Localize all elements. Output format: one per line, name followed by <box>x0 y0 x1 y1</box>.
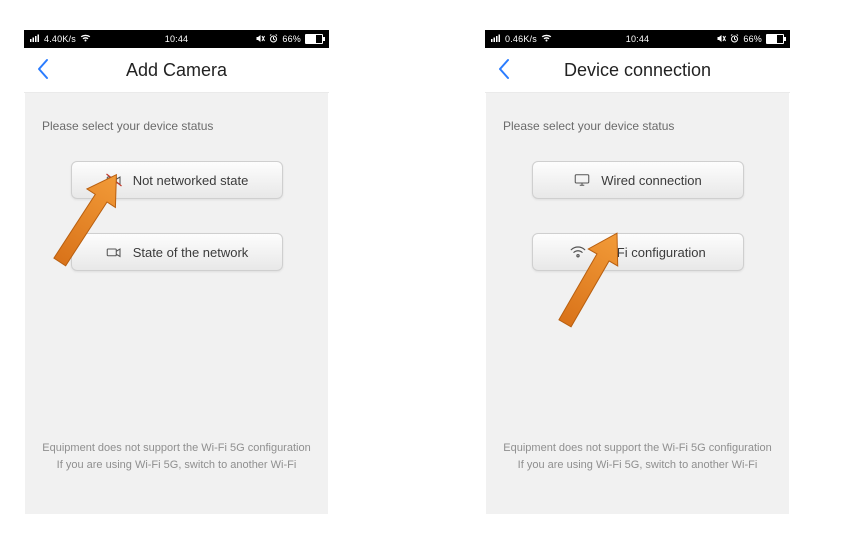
option-wired-connection[interactable]: Wired connection <box>532 161 744 199</box>
footer-line-1: Equipment does not support the Wi-Fi 5G … <box>503 440 772 458</box>
camera-online-icon <box>105 243 123 261</box>
footer-note: Equipment does not support the Wi-Fi 5G … <box>24 440 329 475</box>
status-time: 10:44 <box>485 34 790 44</box>
camera-offline-icon <box>105 171 123 189</box>
option-label: Wi-Fi configuration <box>597 245 705 260</box>
monitor-wired-icon <box>573 171 591 189</box>
prompt-text: Please select your device status <box>503 119 772 133</box>
footer-line-2: If you are using Wi-Fi 5G, switch to ano… <box>503 457 772 475</box>
page-title: Device connection <box>564 60 711 81</box>
status-bar: 10:44 0.46K/s 66% <box>485 30 790 48</box>
chevron-left-icon <box>497 58 511 80</box>
option-label: State of the network <box>133 245 249 260</box>
nav-bar: Device connection <box>485 48 790 93</box>
wifi-icon <box>569 243 587 261</box>
footer-line-1: Equipment does not support the Wi-Fi 5G … <box>42 440 311 458</box>
page-title: Add Camera <box>126 60 227 81</box>
prompt-text: Please select your device status <box>42 119 311 133</box>
back-button[interactable] <box>497 58 521 82</box>
battery-icon <box>305 34 323 44</box>
footer-line-2: If you are using Wi-Fi 5G, switch to ano… <box>42 457 311 475</box>
option-wifi-configuration[interactable]: Wi-Fi configuration <box>532 233 744 271</box>
battery-icon <box>766 34 784 44</box>
option-label: Not networked state <box>133 173 249 188</box>
chevron-left-icon <box>36 58 50 80</box>
status-bar: 10:44 4.40K/s 66% <box>24 30 329 48</box>
phone-screen-left: 10:44 4.40K/s 66% <box>24 30 329 515</box>
phone-screen-right: 10:44 0.46K/s 66% <box>485 30 790 515</box>
back-button[interactable] <box>36 58 60 82</box>
status-time: 10:44 <box>24 34 329 44</box>
content-area: Please select your device status Wired c… <box>485 93 790 271</box>
option-label: Wired connection <box>601 173 701 188</box>
content-area: Please select your device status Not net… <box>24 93 329 271</box>
footer-note: Equipment does not support the Wi-Fi 5G … <box>485 440 790 475</box>
option-not-networked[interactable]: Not networked state <box>71 161 283 199</box>
nav-bar: Add Camera <box>24 48 329 93</box>
option-networked[interactable]: State of the network <box>71 233 283 271</box>
